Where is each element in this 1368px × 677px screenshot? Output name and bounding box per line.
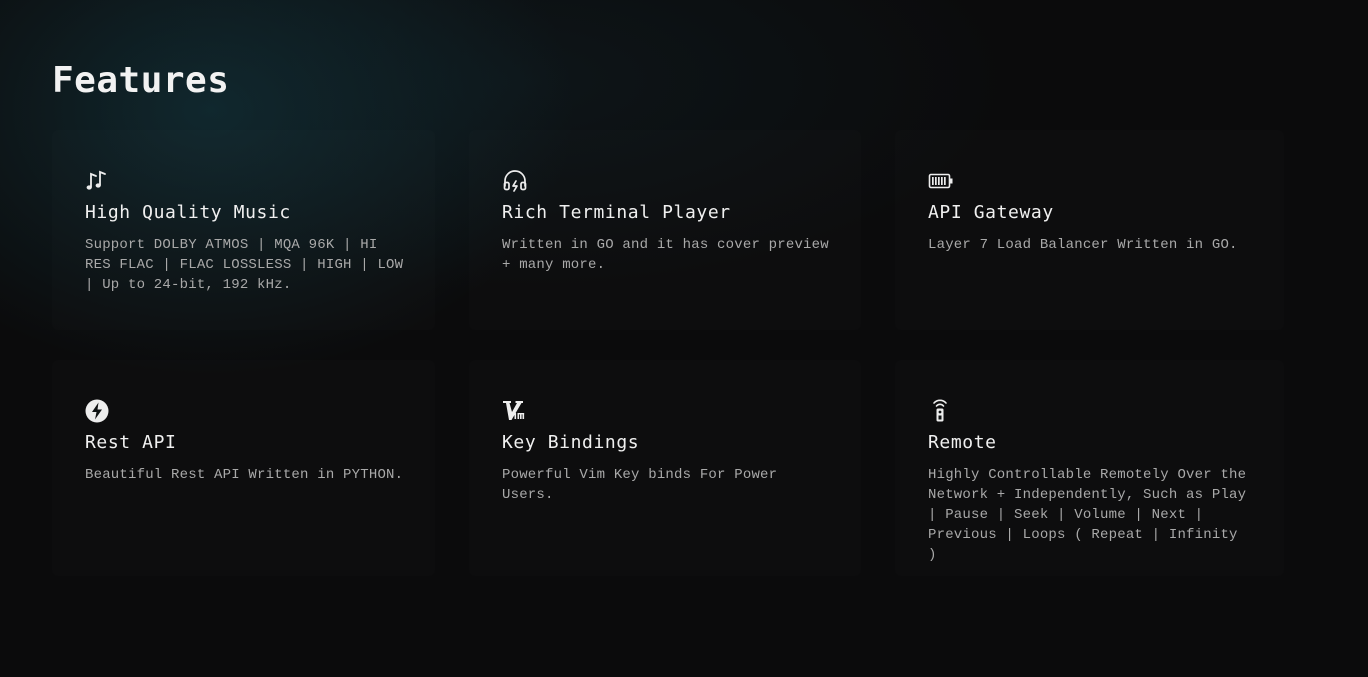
remote-control-icon: [928, 398, 954, 424]
feature-title: Remote: [928, 432, 997, 453]
feature-card-key-bindings: Key Bindings Powerful Vim Key binds For …: [469, 360, 861, 576]
battery-full-icon: [928, 168, 954, 194]
feature-description: Powerful Vim Key binds For Power Users.: [502, 467, 778, 503]
feature-card-rest-api: Rest API Beautiful Rest API Written in P…: [52, 360, 435, 576]
feature-description: Written in GO and it has cover preview +…: [502, 237, 829, 273]
feature-description: Highly Controllable Remotely Over the Ne…: [928, 467, 1247, 563]
feature-card-high-quality-music: High Quality Music Support DOLBY ATMOS |…: [52, 130, 435, 330]
feature-card-remote: Remote Highly Controllable Remotely Over…: [895, 360, 1284, 576]
feature-description: Beautiful Rest API Written in PYTHON.: [85, 467, 404, 483]
feature-title: Rest API: [85, 432, 177, 453]
music-notes-icon: [85, 168, 111, 194]
feature-description: Layer 7 Load Balancer Written in GO.: [928, 237, 1238, 253]
feature-description: Support DOLBY ATMOS | MQA 96K | HI RES F…: [85, 237, 404, 293]
features-section: Features High Quality Music Support DOLB…: [0, 0, 1368, 677]
feature-title: API Gateway: [928, 202, 1054, 223]
feature-card-rich-terminal-player: Rich Terminal Player Written in GO and i…: [469, 130, 861, 330]
page-title: Features: [52, 60, 230, 101]
vim-logo-icon: [502, 398, 528, 424]
lightning-bolt-icon: [85, 398, 111, 424]
feature-title: High Quality Music: [85, 202, 291, 223]
feature-title: Key Bindings: [502, 432, 640, 453]
feature-title: Rich Terminal Player: [502, 202, 731, 223]
headphones-icon: [502, 168, 528, 194]
feature-card-api-gateway: API Gateway Layer 7 Load Balancer Writte…: [895, 130, 1284, 330]
features-grid: High Quality Music Support DOLBY ATMOS |…: [52, 130, 1284, 576]
